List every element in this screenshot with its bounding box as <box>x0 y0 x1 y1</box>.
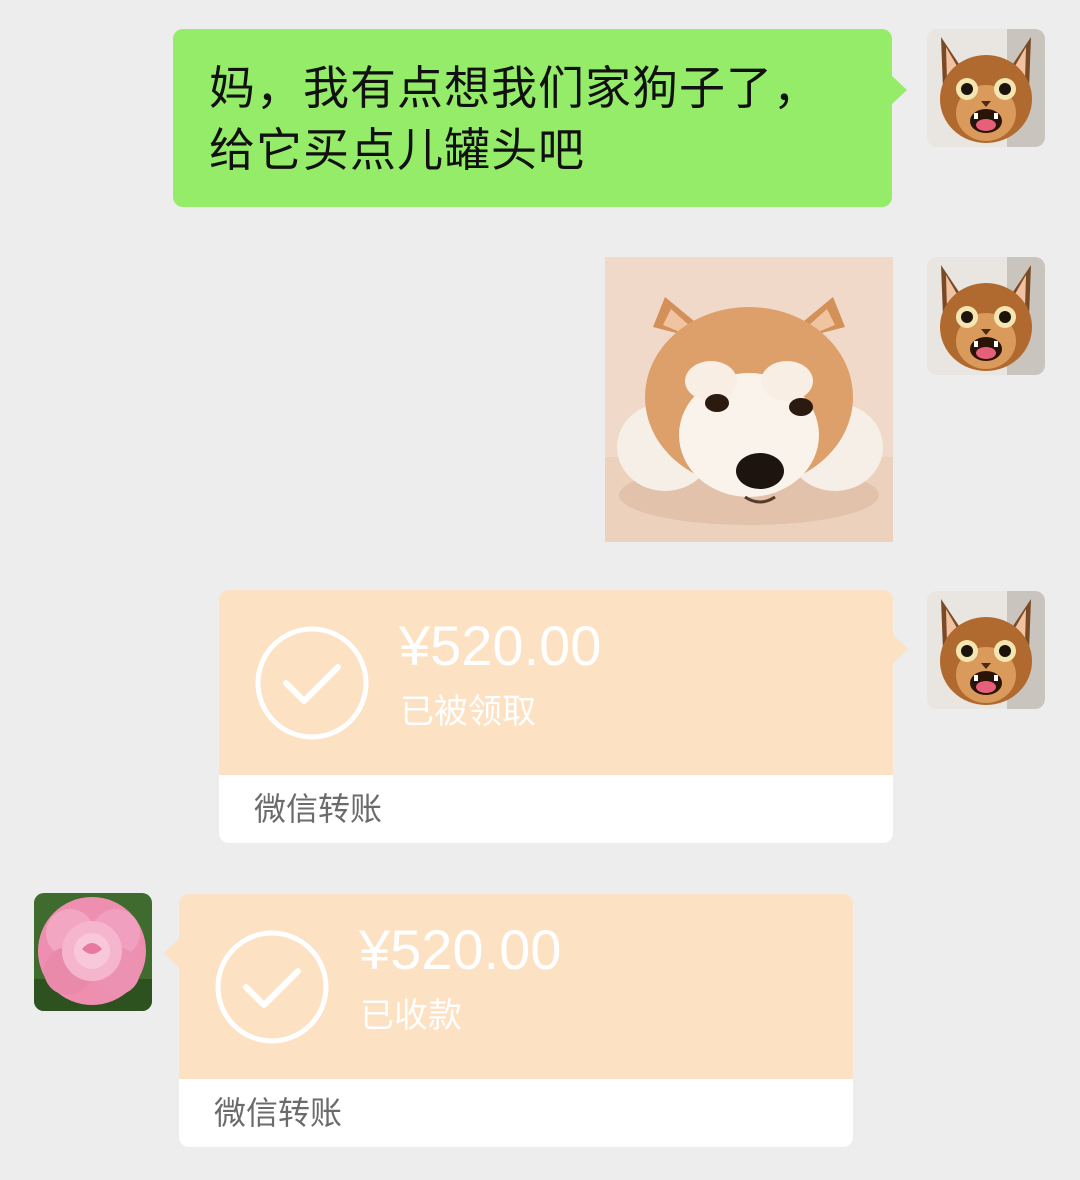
pink-flower-avatar-icon[interactable] <box>34 893 152 1011</box>
transfer-card-footer: 微信转账 <box>179 1079 853 1147</box>
text-message-bubble[interactable]: 妈，我有点想我们家狗子了， 给它买点儿罐头吧 <box>173 29 907 207</box>
transfer-label: 微信转账 <box>254 790 383 828</box>
transfer-card-body: ¥520.00 已被领取 <box>219 590 893 775</box>
message-line: 妈，我有点想我们家狗子了， <box>209 61 820 115</box>
dog-photo-message[interactable] <box>605 257 893 542</box>
check-circle-icon <box>214 929 330 1045</box>
transfer-label: 微信转账 <box>214 1094 343 1132</box>
transfer-status: 已收款 <box>360 996 462 1036</box>
message-line: 给它买点儿罐头吧 <box>209 123 585 177</box>
transfer-card-sent[interactable]: ¥520.00 已被领取 微信转账 <box>219 590 908 843</box>
cat-avatar-icon[interactable] <box>927 257 1045 375</box>
check-circle-icon <box>254 625 370 741</box>
transfer-amount: ¥520.00 <box>359 918 562 981</box>
transfer-card-received[interactable]: ¥520.00 已收款 微信转账 <box>164 894 853 1147</box>
transfer-card-body: ¥520.00 已收款 <box>179 894 853 1079</box>
cat-avatar-icon[interactable] <box>927 591 1045 709</box>
transfer-card-footer: 微信转账 <box>219 775 893 843</box>
transfer-amount: ¥520.00 <box>399 614 602 677</box>
transfer-status: 已被领取 <box>400 692 536 732</box>
cat-avatar-icon[interactable] <box>927 29 1045 147</box>
